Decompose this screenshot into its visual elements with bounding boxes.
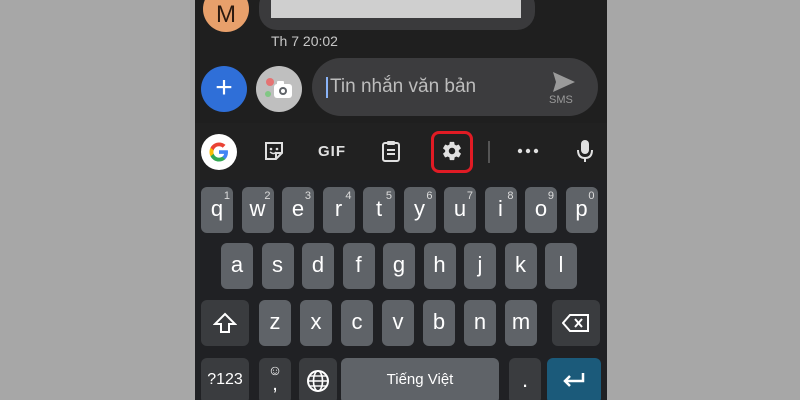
keyboard: q1w2e3r4t5y6u7i8o9p0 asdfghjkl zxcvbnm ?…: [195, 180, 607, 400]
message-bubble[interactable]: [259, 0, 535, 30]
key-label: t: [375, 196, 383, 221]
key-r[interactable]: r4: [322, 187, 355, 233]
key-x[interactable]: x: [300, 300, 332, 346]
key-a[interactable]: a: [221, 243, 253, 289]
period-key[interactable]: .: [509, 358, 541, 400]
key-number-hint: 9: [547, 190, 554, 202]
camera-icon: [265, 78, 292, 98]
enter-icon: [563, 373, 585, 387]
key-q[interactable]: q1: [201, 187, 233, 233]
key-l[interactable]: l: [545, 243, 577, 289]
key-label: u: [453, 196, 467, 221]
voice-input-button[interactable]: [573, 133, 597, 169]
compose-placeholder: Tin nhắn văn bản: [330, 76, 477, 97]
key-e[interactable]: e3: [282, 187, 314, 233]
key-number-hint: 5: [385, 190, 392, 202]
comma-label: ,: [272, 373, 278, 395]
key-w[interactable]: w2: [241, 187, 274, 233]
phone-screen: M Th 7 20:02 + Tin nhắn văn bản SMS GIF …: [195, 0, 607, 400]
key-s[interactable]: s: [261, 243, 294, 289]
key-j[interactable]: j: [464, 243, 496, 289]
send-icon: [553, 72, 575, 92]
key-o[interactable]: o9: [525, 187, 557, 233]
text-cursor: [326, 77, 328, 98]
key-label: r: [334, 196, 343, 221]
symbols-key[interactable]: ?123: [201, 358, 249, 400]
add-attachment-button[interactable]: +: [201, 66, 247, 112]
key-number-hint: 8: [507, 190, 514, 202]
key-t[interactable]: t5: [363, 187, 395, 233]
backspace-key[interactable]: [552, 300, 600, 346]
shift-key[interactable]: [201, 300, 249, 346]
key-y[interactable]: y6: [403, 187, 436, 233]
keyboard-toolbar: GIF: [195, 123, 607, 180]
clipboard-icon: [382, 141, 400, 162]
settings-highlight-box: [431, 131, 473, 173]
sticker-button[interactable]: [257, 133, 291, 169]
key-p[interactable]: p0: [565, 187, 598, 233]
message-timestamp: Th 7 20:02: [271, 33, 338, 49]
key-z[interactable]: z: [259, 300, 291, 346]
key-k[interactable]: k: [504, 243, 537, 289]
google-icon: [209, 142, 228, 162]
globe-icon: [307, 370, 329, 392]
key-label: p: [575, 196, 588, 221]
key-u[interactable]: u7: [444, 187, 476, 233]
key-number-hint: 4: [345, 190, 352, 202]
key-number-hint: 6: [426, 190, 433, 202]
key-g[interactable]: g: [383, 243, 415, 289]
backspace-icon: [561, 314, 589, 332]
more-options-button[interactable]: [513, 133, 543, 169]
key-label: q: [210, 196, 224, 221]
key-c[interactable]: c: [341, 300, 373, 346]
key-d[interactable]: d: [302, 243, 334, 289]
compose-field[interactable]: Tin nhắn văn bản SMS: [312, 58, 598, 116]
key-m[interactable]: m: [505, 300, 537, 346]
key-label: y: [414, 196, 425, 221]
clipboard-button[interactable]: [377, 133, 405, 169]
microphone-icon: [577, 140, 593, 162]
sticker-icon: [265, 142, 283, 160]
key-n[interactable]: n: [464, 300, 496, 346]
more-horizontal-icon: [517, 148, 539, 154]
key-f[interactable]: f: [342, 243, 375, 289]
key-number-hint: 0: [588, 190, 595, 202]
key-label: w: [249, 196, 266, 221]
comma-emoji-key[interactable]: ☺ ,: [259, 358, 291, 400]
key-label: i: [498, 196, 503, 221]
google-search-button[interactable]: [201, 134, 237, 170]
key-v[interactable]: v: [382, 300, 414, 346]
key-label: e: [291, 196, 305, 221]
gif-button[interactable]: GIF: [315, 133, 349, 169]
key-number-hint: 7: [466, 190, 473, 202]
send-sms-label: SMS: [549, 94, 573, 106]
toolbar-divider: [488, 141, 490, 163]
key-number-hint: 2: [264, 190, 271, 202]
enter-key[interactable]: [547, 358, 601, 400]
avatar-letter: M: [216, 1, 236, 28]
key-number-hint: 1: [223, 190, 230, 202]
gallery-camera-button[interactable]: [256, 66, 302, 112]
message-content: [271, 0, 521, 18]
language-key[interactable]: [299, 358, 337, 400]
key-number-hint: 3: [304, 190, 311, 202]
space-key[interactable]: Tiếng Việt: [341, 358, 499, 400]
shift-icon: [212, 312, 238, 333]
key-b[interactable]: b: [423, 300, 455, 346]
send-sms-button[interactable]: SMS: [546, 68, 582, 108]
key-i[interactable]: i8: [484, 187, 517, 233]
key-label: o: [534, 196, 548, 221]
avatar[interactable]: M: [203, 0, 249, 32]
key-h[interactable]: h: [423, 243, 456, 289]
conversation-area: M Th 7 20:02 + Tin nhắn văn bản SMS: [195, 0, 607, 123]
